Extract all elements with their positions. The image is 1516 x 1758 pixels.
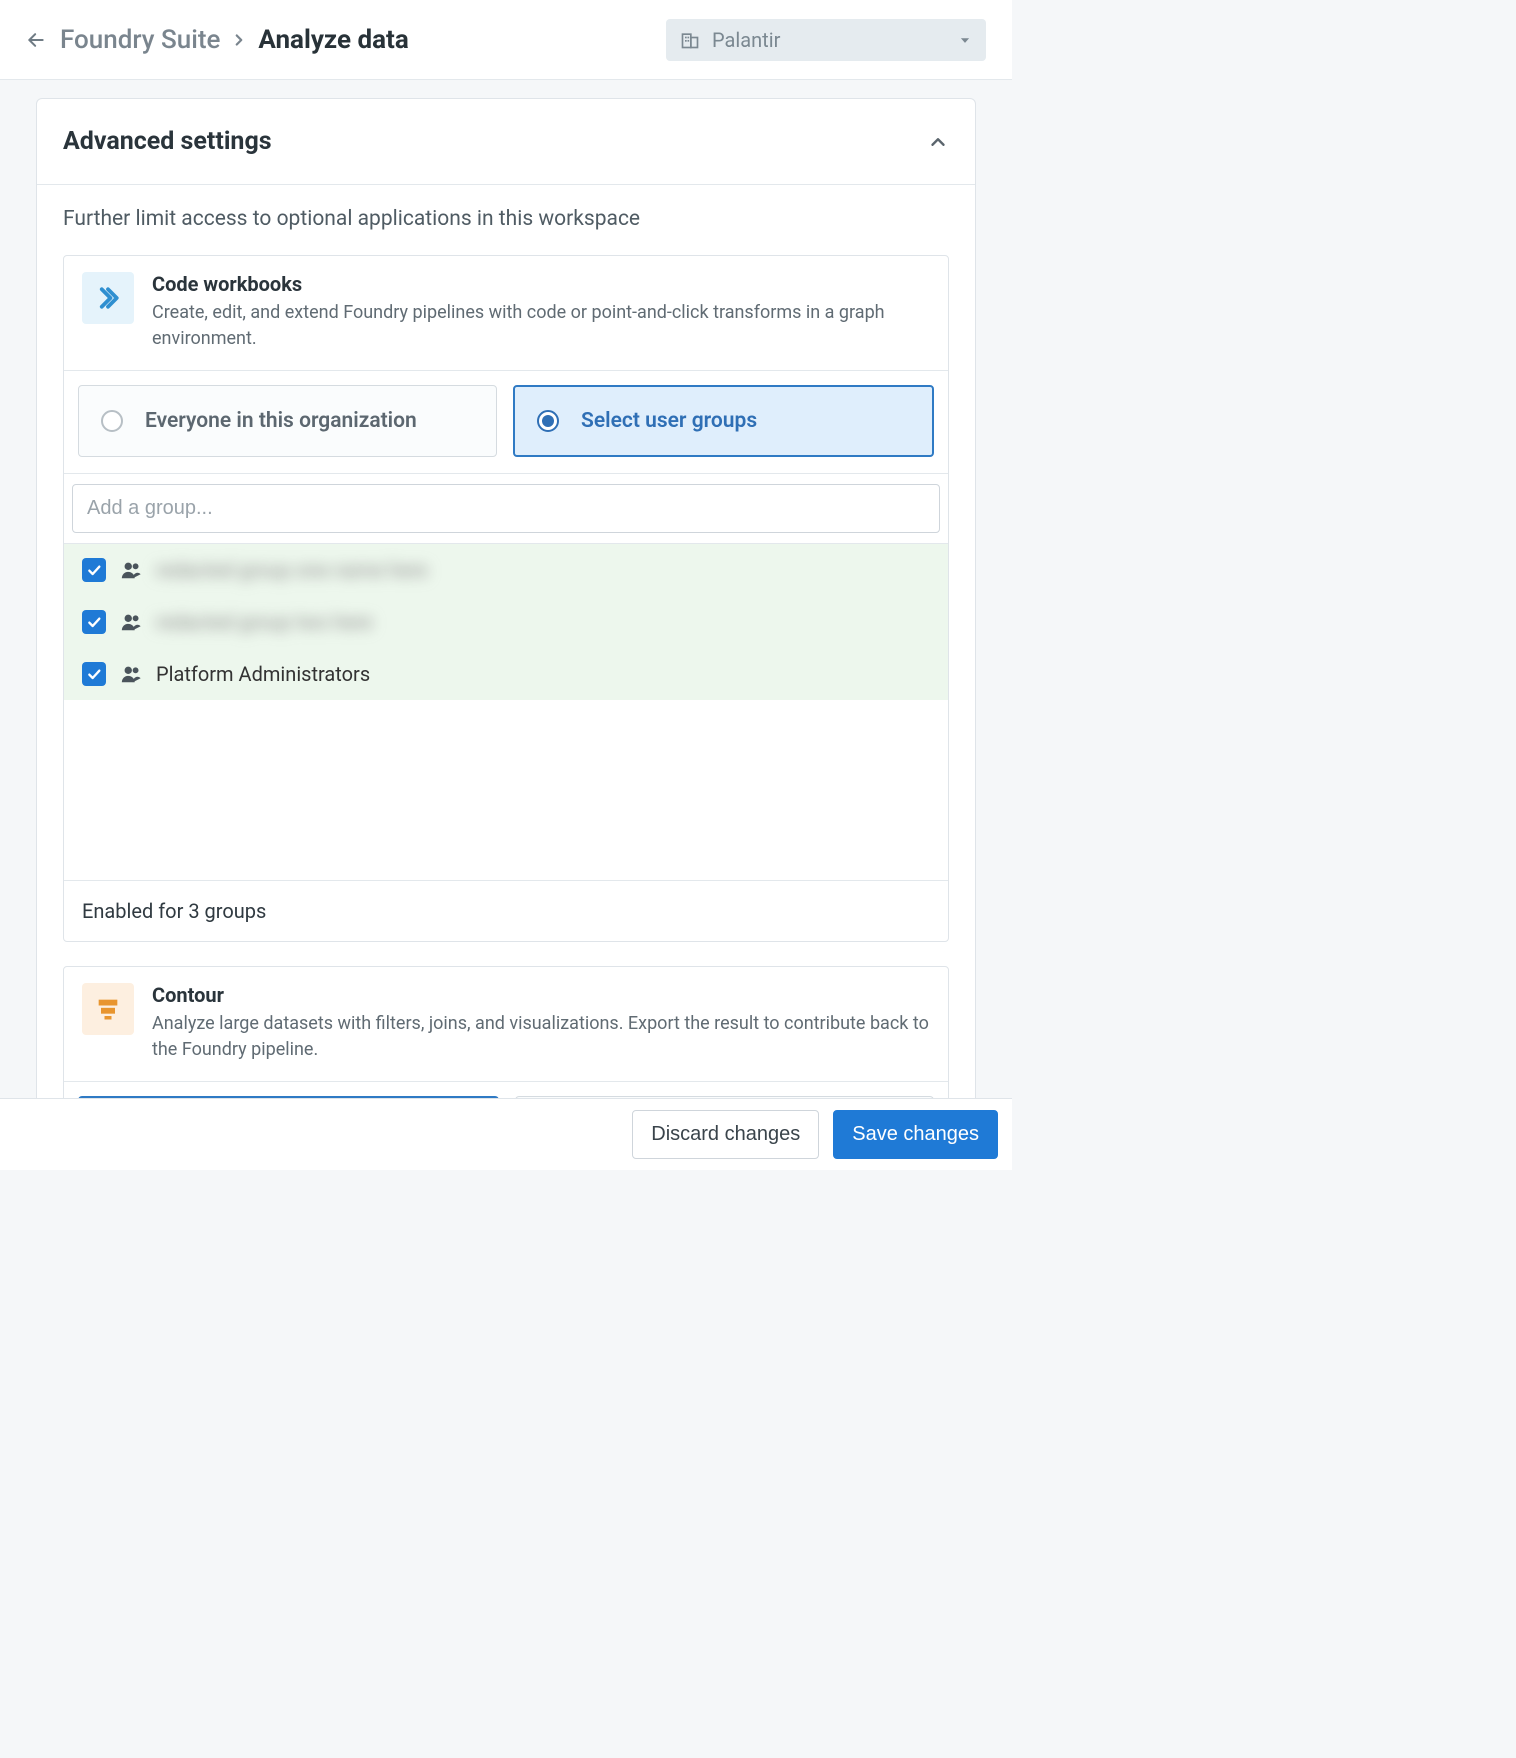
group-item: redacted group one name here <box>64 544 948 596</box>
chevron-up-icon <box>927 131 949 153</box>
group-item: Platform Administrators <box>64 648 948 700</box>
organization-selector[interactable]: Palantir <box>666 19 986 61</box>
organization-icon <box>680 30 700 50</box>
group-icon <box>120 663 142 685</box>
action-bar: Discard changes Save changes <box>0 1098 1012 1170</box>
save-button[interactable]: Save changes <box>833 1110 998 1159</box>
add-group-input[interactable] <box>72 484 940 533</box>
topbar: Foundry Suite Analyze data Palantir <box>0 0 1012 80</box>
panel-description: Further limit access to optional applica… <box>63 207 949 231</box>
group-checkbox[interactable] <box>82 662 106 686</box>
app-description: Analyze large datasets with filters, joi… <box>152 1011 930 1063</box>
group-icon <box>120 611 142 633</box>
scope-select-groups[interactable]: Select user groups <box>513 385 934 457</box>
group-list: redacted group one name here redacted gr… <box>64 543 948 700</box>
chevron-right-icon <box>230 31 248 49</box>
card-footer: Enabled for 3 groups <box>64 880 948 941</box>
group-icon <box>120 559 142 581</box>
discard-button[interactable]: Discard changes <box>632 1110 819 1159</box>
scope-everyone-label: Everyone in this organization <box>145 409 417 433</box>
radio-icon <box>101 410 123 432</box>
contour-icon <box>82 983 134 1035</box>
panel-title: Advanced settings <box>63 127 272 156</box>
app-description: Create, edit, and extend Foundry pipelin… <box>152 300 930 352</box>
scope-groups-label: Select user groups <box>581 409 757 433</box>
scope-radio-row: Everyone in this organization Select use… <box>64 370 948 473</box>
group-area-empty <box>64 700 948 880</box>
back-arrow-icon[interactable] <box>26 30 46 50</box>
app-card-code-workbooks: Code workbooks Create, edit, and extend … <box>63 255 949 942</box>
radio-icon <box>537 410 559 432</box>
advanced-settings-panel: Advanced settings Further limit access t… <box>36 98 976 1170</box>
group-checkbox[interactable] <box>82 558 106 582</box>
breadcrumb-current: Analyze data <box>258 25 408 55</box>
group-name: Platform Administrators <box>156 662 370 686</box>
breadcrumb-root[interactable]: Foundry Suite <box>60 25 220 55</box>
scope-everyone[interactable]: Everyone in this organization <box>78 385 497 457</box>
group-checkbox[interactable] <box>82 610 106 634</box>
app-title: Contour <box>152 983 930 1007</box>
caret-down-icon <box>958 33 972 47</box>
code-workbooks-icon <box>82 272 134 324</box>
group-name: redacted group two here <box>156 610 372 634</box>
group-picker: redacted group one name here redacted gr… <box>64 473 948 880</box>
panel-body: Further limit access to optional applica… <box>37 185 975 1170</box>
group-name: redacted group one name here <box>156 558 428 582</box>
group-item: redacted group two here <box>64 596 948 648</box>
panel-header[interactable]: Advanced settings <box>37 99 975 185</box>
breadcrumb: Foundry Suite Analyze data <box>60 25 409 55</box>
app-title: Code workbooks <box>152 272 930 296</box>
content-scroll[interactable]: Advanced settings Further limit access t… <box>0 80 1012 1170</box>
organization-label: Palantir <box>712 28 946 52</box>
